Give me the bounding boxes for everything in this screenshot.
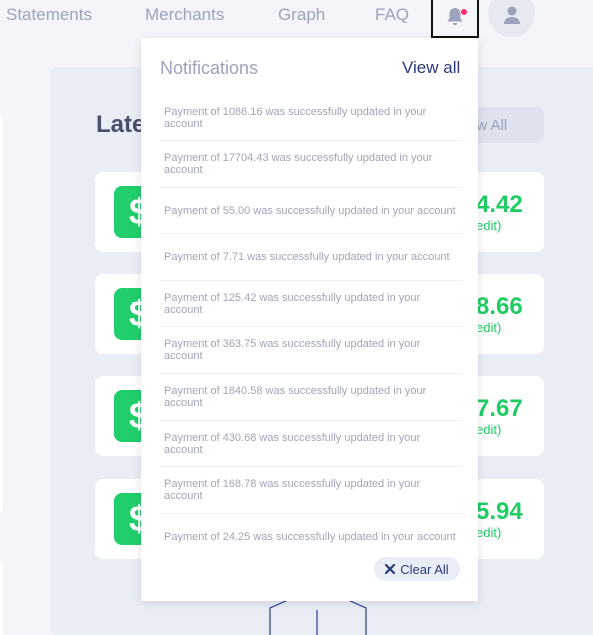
- transaction-amount: 5.94: [476, 498, 523, 525]
- notification-item[interactable]: Payment of 55.00 was successfully update…: [160, 188, 462, 234]
- nav-graph[interactable]: Graph: [278, 5, 325, 25]
- transaction-amount: 4.42: [476, 191, 523, 218]
- user-icon: [503, 6, 520, 24]
- transaction-amount: 7.67: [476, 395, 523, 422]
- notification-item[interactable]: Payment of 125.42 was successfully updat…: [160, 281, 462, 327]
- notification-item[interactable]: Payment of 24.25 was successfully update…: [160, 514, 462, 560]
- notifications-button[interactable]: [431, 0, 479, 38]
- clear-all-label: Clear All: [400, 561, 449, 577]
- notification-item[interactable]: Payment of 430.68 was successfully updat…: [160, 421, 462, 467]
- hexagon-icon: [269, 600, 367, 635]
- notification-item[interactable]: Payment of 1086.16 was successfully upda…: [160, 95, 462, 141]
- user-menu-button[interactable]: [488, 0, 535, 37]
- notification-item[interactable]: Payment of 168.78 was successfully updat…: [160, 467, 462, 514]
- notification-badge: [461, 9, 467, 15]
- transaction-type: edit): [476, 218, 502, 233]
- notifications-dropdown: Notifications View all Payment of 1086.1…: [141, 38, 478, 601]
- clear-all-button[interactable]: Clear All: [374, 557, 460, 581]
- notifications-title: Notifications: [160, 58, 259, 78]
- transaction-amount: 8.66: [476, 293, 523, 320]
- notification-item[interactable]: Payment of 7.71 was successfully updated…: [160, 234, 462, 281]
- x-icon: [385, 564, 396, 574]
- top-nav: Statements Merchants Graph FAQ: [0, 0, 593, 40]
- notification-item[interactable]: Payment of 17704.43 was successfully upd…: [160, 141, 462, 188]
- nav-statements[interactable]: Statements: [6, 5, 92, 25]
- transaction-type: edit): [476, 320, 502, 335]
- notification-item[interactable]: Payment of 363.75 was successfully updat…: [160, 327, 462, 374]
- notifications-view-all-link[interactable]: View all: [402, 58, 460, 78]
- nav-faq[interactable]: FAQ: [375, 5, 409, 25]
- nav-merchants[interactable]: Merchants: [145, 5, 224, 25]
- transaction-type: edit): [476, 422, 502, 437]
- notification-item[interactable]: Payment of 1840.58 was successfully upda…: [160, 374, 462, 421]
- section-title: Late: [96, 111, 146, 138]
- side-panel-edge-lower: [0, 560, 3, 635]
- transaction-type: edit): [476, 525, 502, 540]
- side-panel-edge: [0, 114, 3, 514]
